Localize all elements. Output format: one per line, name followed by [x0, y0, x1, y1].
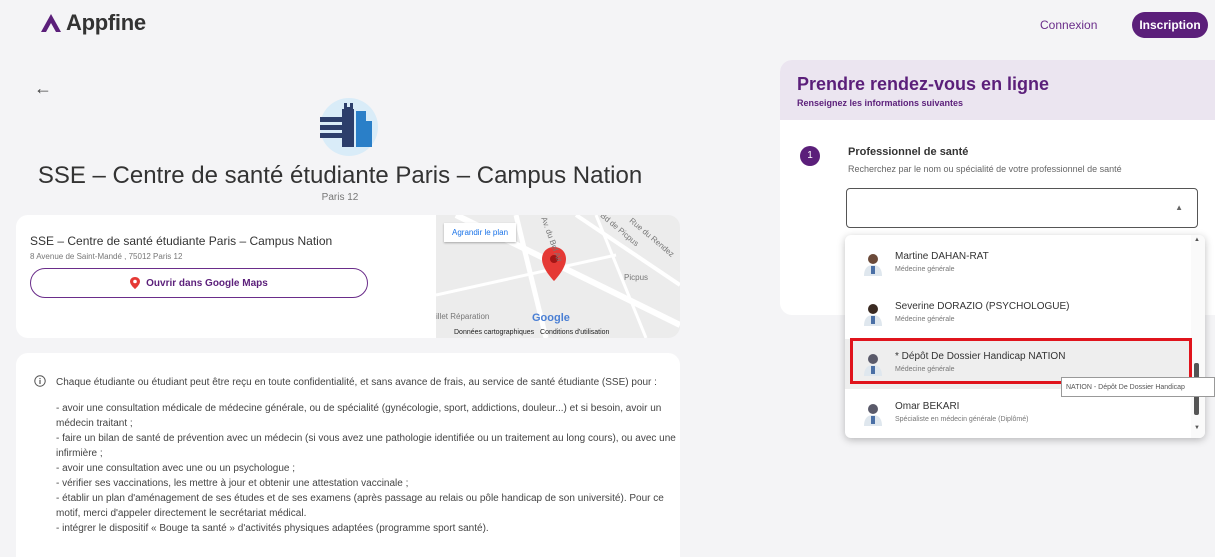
- info-icon: [34, 375, 46, 387]
- step-hint: Recherchez par le nom ou spécialité de v…: [848, 164, 1122, 174]
- app-logo[interactable]: Appfine: [40, 10, 146, 36]
- practitioner-search-input[interactable]: ▲: [846, 188, 1198, 228]
- inscription-button[interactable]: Inscription: [1132, 12, 1208, 38]
- open-google-maps-button[interactable]: Ouvrir dans Google Maps: [30, 268, 368, 298]
- option-name: Martine DAHAN-RAT: [895, 251, 989, 262]
- description-item: - vérifier ses vaccinations, les mettre …: [56, 478, 409, 489]
- location-card: SSE – Centre de santé étudiante Paris – …: [16, 215, 436, 338]
- description-text: Chaque étudiante ou étudiant peut être r…: [56, 375, 676, 536]
- step-number-badge: 1: [800, 146, 820, 166]
- booking-header: Prendre rendez-vous en ligne Renseignez …: [780, 60, 1215, 120]
- doctor-avatar-icon: [864, 304, 882, 326]
- appfine-logo-icon: [41, 14, 61, 32]
- step-label: Professionnel de santé: [848, 146, 969, 158]
- doctor-avatar-icon: [864, 404, 882, 426]
- back-arrow-icon[interactable]: ←: [34, 78, 52, 99]
- scroll-down-icon[interactable]: ▼: [1194, 425, 1200, 431]
- map-label-picpus: Picpus: [624, 273, 649, 282]
- dropdown-scrollbar[interactable]: ▲ ▼: [1191, 235, 1205, 438]
- location-address: 8 Avenue de Saint-Mandé , 75012 Paris 12: [30, 252, 183, 261]
- dropdown-option[interactable]: Severine DORAZIO (PSYCHOLOGUE) Médecine …: [845, 289, 1190, 339]
- map-label-reparation: illet Réparation: [436, 312, 490, 321]
- scroll-up-icon[interactable]: ▲: [1194, 237, 1200, 243]
- option-specialty: Médecine générale: [895, 316, 955, 323]
- description-card: Chaque étudiante ou étudiant peut être r…: [16, 353, 680, 557]
- page-title: SSE – Centre de santé étudiante Paris – …: [37, 162, 643, 189]
- dropdown-option[interactable]: Martine DAHAN-RAT Médecine générale: [845, 239, 1190, 289]
- map-data-link[interactable]: Données cartographiques: [454, 329, 534, 336]
- option-tooltip: NATION - Dépôt De Dossier Handicap: [1061, 377, 1215, 397]
- description-item: - avoir une consultation médicale de méd…: [56, 403, 662, 429]
- map-terms-link[interactable]: Conditions d'utilisation: [540, 329, 609, 336]
- connexion-link[interactable]: Connexion: [1040, 18, 1097, 32]
- description-intro: Chaque étudiante ou étudiant peut être r…: [56, 377, 657, 388]
- open-google-maps-label: Ouvrir dans Google Maps: [146, 277, 268, 289]
- location-name: SSE – Centre de santé étudiante Paris – …: [30, 234, 333, 248]
- dropdown-arrow-icon[interactable]: ▲: [1175, 203, 1183, 212]
- google-map-logo: Google: [532, 312, 570, 324]
- booking-subtitle: Renseignez les informations suivantes: [797, 98, 964, 108]
- option-specialty: Médecine générale: [895, 266, 955, 273]
- description-item: - avoir une consultation avec une ou un …: [56, 463, 296, 474]
- option-name: Severine DORAZIO (PSYCHOLOGUE): [895, 301, 1070, 312]
- map-pin-icon: [130, 277, 141, 289]
- booking-title: Prendre rendez-vous en ligne: [797, 74, 1050, 94]
- location-map[interactable]: Agrandir le plan Bd de Picpus Rue du Ren…: [436, 215, 680, 338]
- logo-text: Appfine: [66, 10, 146, 35]
- map-footer: Données cartographiques Conditions d'uti…: [454, 329, 609, 336]
- enlarge-map-button[interactable]: Agrandir le plan: [444, 223, 517, 242]
- description-item: - intégrer le dispositif « Bouge ta sant…: [56, 523, 489, 534]
- clinic-logo-icon: [320, 98, 378, 156]
- option-specialty: Spécialiste en médecin générale (Diplômé…: [895, 416, 1029, 423]
- description-item: - établir un plan d'aménagement de ses é…: [56, 493, 664, 519]
- page-subtitle: Paris 12: [321, 192, 359, 203]
- top-bar: Appfine Connexion Inscription: [0, 0, 1215, 50]
- description-item: - faire un bilan de santé de prévention …: [56, 433, 676, 459]
- option-name: Omar BEKARI: [895, 401, 960, 412]
- practitioner-dropdown: Martine DAHAN-RAT Médecine générale Seve…: [845, 235, 1205, 438]
- doctor-avatar-icon: [864, 254, 882, 276]
